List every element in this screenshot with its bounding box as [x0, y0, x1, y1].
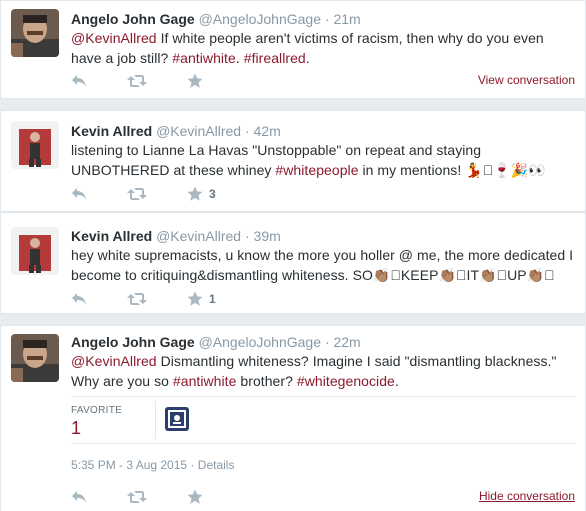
reply-button[interactable] — [71, 292, 87, 306]
fullname[interactable]: Angelo John Gage — [71, 11, 195, 27]
separator-dot: · — [244, 123, 250, 139]
tweet-link[interactable]: @KevinAllred — [71, 30, 157, 46]
favorite-count: 3 — [209, 187, 216, 201]
tweet-text: @KevinAllred Dismantling whiteness? Imag… — [71, 351, 576, 391]
tweet-link[interactable]: #fireallred — [244, 50, 306, 66]
tweet-link[interactable]: #whitepeople — [275, 162, 358, 178]
reply-icon — [71, 187, 87, 201]
favorite-button[interactable]: 3 — [187, 186, 216, 202]
avatar[interactable] — [11, 9, 59, 57]
conversation-stream: Angelo John Gage @AngeloJohnGage · 21m @… — [0, 0, 586, 511]
tweet[interactable]: Angelo John Gage @AngeloJohnGage · 21m @… — [0, 0, 586, 99]
reply-icon — [71, 490, 87, 504]
separator-dot: · — [324, 334, 330, 350]
tweet-text-segment: . — [305, 50, 310, 66]
favorite-star-icon — [187, 291, 203, 307]
favorite-star-icon — [187, 73, 203, 89]
reply-icon — [71, 292, 87, 306]
tweet-header: Angelo John Gage @AngeloJohnGage · 22m — [71, 333, 361, 351]
tweet-time[interactable]: 22m — [333, 334, 360, 350]
stat-divider — [155, 401, 156, 439]
retweet-icon — [127, 490, 147, 504]
reply-button[interactable] — [71, 490, 87, 504]
favorite-button[interactable]: 1 — [187, 291, 216, 307]
hide-conversation-link[interactable]: Hide conversation — [479, 489, 575, 503]
tweet-actions — [71, 71, 243, 91]
tweet-link[interactable]: #whitegenocide — [297, 373, 395, 389]
username[interactable]: @KevinAllred — [156, 228, 241, 244]
fullname[interactable]: Angelo John Gage — [71, 334, 195, 350]
tweet-text: @KevinAllred If white people aren't vict… — [71, 28, 576, 68]
reply-icon — [71, 74, 87, 88]
retweet-button[interactable] — [127, 490, 147, 504]
username[interactable]: @AngeloJohnGage — [199, 334, 321, 350]
favorite-count: 1 — [209, 292, 216, 306]
retweet-button[interactable] — [127, 187, 147, 201]
separator-dot: · — [324, 11, 330, 27]
details-link[interactable]: Details — [198, 458, 235, 472]
tweet-time[interactable]: 21m — [333, 11, 360, 27]
username[interactable]: @AngeloJohnGage — [199, 11, 321, 27]
reply-button[interactable] — [71, 74, 87, 88]
tweet-text-segment: in my mentions! 💃􏿿🍷🎉👀 — [358, 162, 546, 178]
avatar[interactable] — [11, 121, 59, 169]
avatar[interactable] — [11, 227, 59, 275]
retweet-button[interactable] — [127, 292, 147, 306]
tweet-actions — [71, 487, 243, 507]
tweet-text-segment: . — [235, 50, 244, 66]
tweet-stats: FAVORITE 1 — [71, 396, 576, 444]
tweet-time[interactable]: 39m — [254, 228, 281, 244]
tweet-header: Kevin Allred @KevinAllred · 39m — [71, 227, 281, 245]
favorite-button[interactable] — [187, 73, 203, 89]
tweet-link[interactable]: #antiwhite — [173, 373, 237, 389]
fullname[interactable]: Kevin Allred — [71, 228, 152, 244]
retweet-button[interactable] — [127, 74, 147, 88]
favorite-star-icon — [187, 489, 203, 505]
tweet[interactable]: Kevin Allred @KevinAllred · 39m hey whit… — [0, 212, 586, 314]
tweet-text: hey white supremacists, u know the more … — [71, 245, 576, 285]
fullname[interactable]: Kevin Allred — [71, 123, 152, 139]
tweet-link[interactable]: @KevinAllred — [71, 353, 157, 369]
tweet-text: listening to Lianne La Havas "Unstoppabl… — [71, 140, 576, 180]
tweet-timestamp[interactable]: 5:35 PM - 3 Aug 2015 — [71, 458, 187, 472]
separator-dot: · — [190, 458, 195, 472]
favorite-stat[interactable]: FAVORITE 1 — [71, 405, 122, 439]
favorite-stat-label: FAVORITE — [71, 405, 123, 416]
retweet-icon — [127, 292, 147, 306]
tweet-time[interactable]: 42m — [254, 123, 281, 139]
tweet-actions: 1 — [71, 289, 256, 309]
retweet-icon — [127, 74, 147, 88]
tweet-header: Kevin Allred @KevinAllred · 42m — [71, 122, 281, 140]
tweet-text-segment: brother? — [236, 373, 297, 389]
tweet-header: Angelo John Gage @AngeloJohnGage · 21m — [71, 10, 361, 28]
view-conversation-link[interactable]: View conversation — [478, 73, 575, 87]
username[interactable]: @KevinAllred — [156, 123, 241, 139]
tweet-actions: 3 — [71, 184, 256, 204]
tweet-expanded[interactable]: Angelo John Gage @AngeloJohnGage · 22m @… — [0, 325, 586, 511]
tweet-text-segment: hey white supremacists, u know the more … — [71, 247, 574, 283]
favoriter-avatar[interactable] — [165, 407, 189, 431]
reply-button[interactable] — [71, 187, 87, 201]
favorite-star-icon — [187, 186, 203, 202]
tweet-link[interactable]: #antiwhite — [172, 50, 236, 66]
tweet-text-segment: . — [394, 373, 399, 389]
retweet-icon — [127, 187, 147, 201]
favorite-button[interactable] — [187, 489, 203, 505]
tweet[interactable]: Kevin Allred @KevinAllred · 42m listenin… — [0, 110, 586, 212]
separator-dot: · — [244, 228, 250, 244]
avatar[interactable] — [11, 334, 59, 382]
tweet-metadata: 5:35 PM - 3 Aug 2015 · Details — [71, 458, 234, 472]
favorite-stat-value: 1 — [71, 418, 82, 438]
